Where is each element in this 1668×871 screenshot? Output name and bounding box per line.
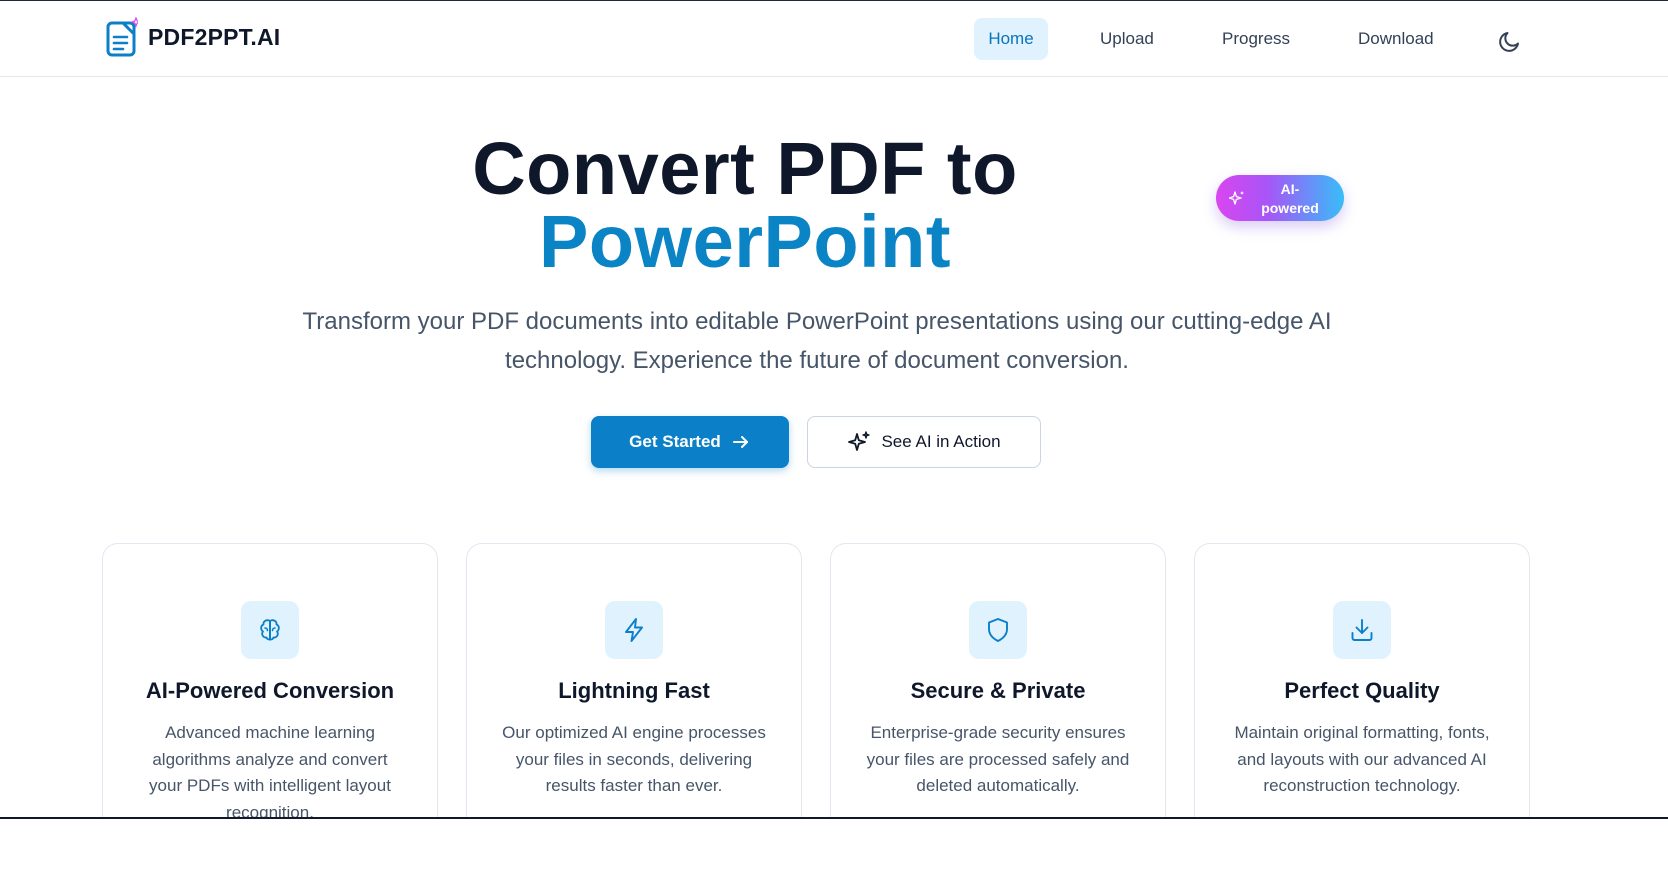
theme-toggle-button[interactable] [1496, 27, 1524, 55]
badge-label: AI-powered [1261, 181, 1319, 216]
moon-icon [1499, 32, 1519, 52]
nav-upload[interactable]: Upload [1086, 18, 1168, 60]
nav-download[interactable]: Download [1344, 18, 1448, 60]
lightning-icon [605, 601, 663, 659]
feature-title: Perfect Quality [1284, 678, 1440, 703]
download-icon [1333, 601, 1391, 659]
feature-card: Lightning Fast Our optimized AI engine p… [466, 543, 802, 843]
sparkles-icon [1228, 190, 1245, 206]
feature-description: Advanced machine learning algorithms ana… [149, 723, 391, 822]
site-header: PDF2PPT.AI Home Upload Progress Download [0, 1, 1668, 77]
arrow-right-icon [732, 436, 748, 448]
feature-card: Perfect Quality Maintain original format… [1194, 543, 1530, 843]
nav-home[interactable]: Home [974, 18, 1048, 60]
page-margin [0, 819, 1668, 871]
feature-description: Our optimized AI engine processes your f… [502, 723, 766, 795]
sparkles-icon [848, 431, 871, 451]
hero-subtitle: Transform your PDF documents into editab… [302, 308, 1332, 374]
ai-powered-badge: AI-powered [1216, 175, 1344, 221]
get-started-button[interactable]: Get Started [591, 416, 789, 468]
feature-card: AI-Powered Conversion Advanced machine l… [102, 543, 438, 843]
feature-title: AI-Powered Conversion [145, 678, 395, 703]
feature-description: Maintain original formatting, fonts, and… [1234, 723, 1490, 795]
feature-description: Enterprise-grade security ensures your f… [866, 723, 1130, 795]
get-started-label: Get Started [629, 432, 721, 451]
brain-icon [241, 601, 299, 659]
see-ai-in-action-button[interactable]: See AI in Action [807, 416, 1041, 468]
feature-title: Secure & Private [910, 678, 1086, 703]
main-nav: Home Upload Progress Download [0, 18, 1668, 62]
shield-icon [969, 601, 1027, 659]
feature-title: Lightning Fast [558, 678, 710, 703]
feature-card: Secure & Private Enterprise-grade securi… [830, 543, 1166, 843]
nav-progress[interactable]: Progress [1208, 18, 1304, 60]
see-ai-label: See AI in Action [881, 432, 1001, 451]
